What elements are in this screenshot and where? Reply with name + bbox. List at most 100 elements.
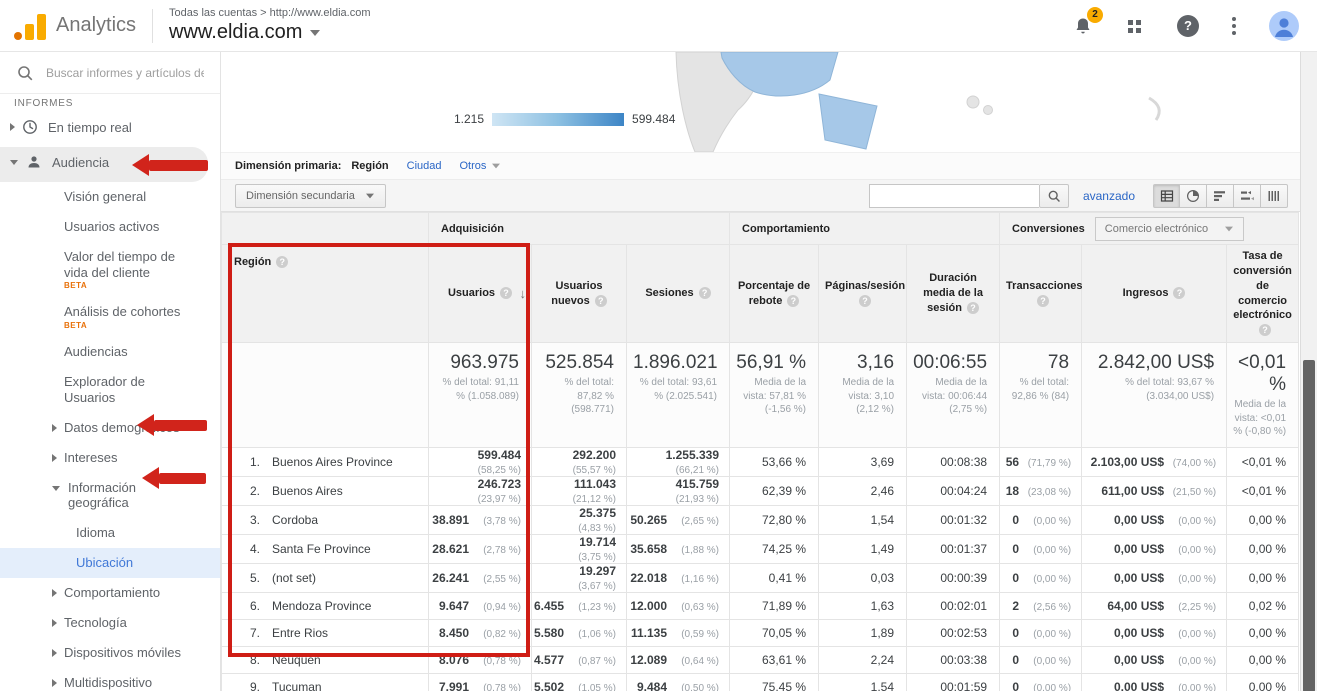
help-bubble-icon[interactable]: ? — [1259, 324, 1271, 336]
sidebar-item[interactable]: Comportamiento — [0, 578, 220, 608]
scrollbar-thumb[interactable] — [1303, 360, 1315, 691]
expander-icon[interactable] — [52, 454, 57, 462]
expander-icon[interactable] — [52, 649, 57, 657]
view-percentage-button[interactable] — [1180, 184, 1207, 208]
help-button[interactable]: ? — [1177, 15, 1199, 37]
sidebar-item-label: Análisis de cohortes — [64, 304, 180, 320]
region-link[interactable]: (not set) — [272, 571, 316, 585]
help-bubble-icon[interactable]: ? — [500, 287, 512, 299]
secondary-dimension-button[interactable]: Dimensión secundaria — [235, 184, 386, 208]
help-bubble-icon[interactable]: ? — [1173, 287, 1185, 299]
conversions-type-dropdown[interactable]: Comercio electrónico — [1095, 217, 1244, 241]
advanced-link[interactable]: avanzado — [1083, 189, 1135, 203]
pages-cell: 2,46 — [819, 476, 907, 505]
help-bubble-icon[interactable]: ? — [595, 295, 607, 307]
column-header-new-users[interactable]: Usuarios nuevos? — [532, 245, 627, 343]
dimension-others-link[interactable]: Otros — [460, 160, 502, 172]
help-bubble-icon[interactable]: ? — [276, 256, 288, 268]
sidebar-item[interactable]: Valor del tiempo de vida del cliente BET… — [0, 242, 220, 298]
notifications-button[interactable]: 2 — [1073, 16, 1093, 36]
sidebar-item[interactable]: Audiencias — [0, 337, 220, 367]
region-link[interactable]: Neuquen — [272, 653, 321, 667]
region-link[interactable]: Tucuman — [272, 680, 322, 691]
search-icon — [16, 64, 34, 82]
sidebar-item[interactable]: Información geográfica — [0, 473, 220, 519]
dimension-region-selected[interactable]: Región — [351, 160, 388, 172]
column-header-sessions[interactable]: Sesiones? — [627, 245, 730, 343]
sidebar-item[interactable]: Idioma — [0, 518, 220, 548]
transactions-cell: 0(0,00 %) — [1000, 646, 1082, 673]
sidebar-item[interactable]: Dispositivos móviles — [0, 638, 220, 668]
column-header-duration[interactable]: Duración media de la sesión? — [907, 245, 1000, 343]
duration-cell: 00:02:53 — [907, 619, 1000, 646]
help-bubble-icon[interactable]: ? — [787, 295, 799, 307]
help-bubble-icon[interactable]: ? — [859, 295, 871, 307]
view-pivot-button[interactable] — [1261, 184, 1288, 208]
sidebar-item[interactable]: Usuarios activos — [0, 212, 220, 242]
sidebar-item[interactable]: Ubicación — [0, 548, 220, 578]
expander-icon[interactable] — [10, 160, 18, 165]
dimension-city-link[interactable]: Ciudad — [407, 160, 442, 172]
vertical-scrollbar[interactable] — [1300, 52, 1317, 691]
apps-grid-button[interactable] — [1126, 17, 1144, 35]
column-header-conv-rate[interactable]: Tasa de conversión de comercio electróni… — [1227, 245, 1299, 343]
region-cell: 3.Cordoba — [222, 505, 429, 534]
column-header-revenue[interactable]: Ingresos? — [1082, 245, 1227, 343]
account-avatar[interactable] — [1269, 11, 1299, 41]
analytics-logo-icon[interactable] — [14, 12, 46, 40]
sidebar-item[interactable]: Datos demográficos — [0, 413, 220, 443]
help-bubble-icon[interactable]: ? — [1037, 295, 1049, 307]
column-header-transactions[interactable]: Transacciones? — [1000, 245, 1082, 343]
help-bubble-icon[interactable]: ? — [967, 302, 979, 314]
sidebar-item[interactable]: Tecnología — [0, 608, 220, 638]
sidebar-item[interactable]: Multidispositivo BETA — [0, 668, 220, 691]
map-islands — [967, 96, 979, 108]
sidebar-item[interactable]: Intereses — [0, 443, 220, 473]
expander-icon[interactable] — [52, 486, 60, 491]
region-cell: 4.Santa Fe Province — [222, 534, 429, 563]
duration-cell: 00:01:32 — [907, 505, 1000, 534]
view-performance-button[interactable] — [1207, 184, 1234, 208]
beta-badge: BETA — [64, 281, 192, 290]
column-header-region[interactable]: Región? — [222, 245, 429, 343]
table-row: 7.Entre Rios 8.450(0,82 %) 5.580(1,06 %)… — [222, 619, 1299, 646]
map-region-highlight[interactable] — [819, 94, 877, 149]
region-link[interactable]: Mendoza Province — [272, 599, 371, 613]
duration-cell: 00:01:59 — [907, 673, 1000, 691]
help-bubble-icon[interactable]: ? — [699, 287, 711, 299]
region-link[interactable]: Buenos Aires — [272, 484, 343, 498]
region-link[interactable]: Buenos Aires Province — [272, 455, 393, 469]
sidebar-search[interactable] — [0, 52, 220, 94]
transactions-cell: 0(0,00 %) — [1000, 673, 1082, 691]
expander-icon[interactable] — [52, 679, 57, 687]
column-header-bounce[interactable]: Porcentaje de rebote? — [730, 245, 819, 343]
revenue-cell: 0,00 US$(0,00 %) — [1082, 563, 1227, 592]
sidebar-item[interactable]: Visión general — [0, 182, 220, 212]
view-table-button[interactable] — [1153, 184, 1180, 208]
region-link[interactable]: Cordoba — [272, 513, 318, 527]
bounce-cell: 62,39 % — [730, 476, 819, 505]
column-header-pages[interactable]: Páginas/sesión? — [819, 245, 907, 343]
property-selector[interactable]: www.eldia.com — [169, 21, 370, 44]
expander-icon[interactable] — [52, 424, 57, 432]
column-header-users[interactable]: Usuarios?↓ — [429, 245, 532, 343]
table-search-button[interactable] — [1039, 184, 1069, 208]
expander-icon[interactable] — [52, 589, 57, 597]
search-input[interactable] — [46, 66, 204, 80]
primary-dimension-label: Dimensión primaria: — [235, 160, 341, 172]
new-users-cell: 5.502(1,05 %) — [532, 673, 627, 691]
sidebar-item[interactable]: Análisis de cohortes BETA — [0, 297, 220, 337]
expander-icon[interactable] — [10, 123, 15, 131]
expander-icon[interactable] — [52, 619, 57, 627]
region-link[interactable]: Entre Rios — [272, 626, 328, 640]
more-options-button[interactable] — [1232, 17, 1236, 35]
sidebar-item[interactable]: Explorador de Usuarios — [0, 367, 220, 413]
table-search-input[interactable] — [869, 184, 1039, 208]
region-link[interactable]: Santa Fe Province — [272, 542, 371, 556]
breadcrumb[interactable]: Todas las cuentas > http://www.eldia.com — [169, 7, 370, 19]
sidebar-item[interactable]: En tiempo real — [0, 112, 220, 147]
sort-descending-icon: ↓ — [520, 285, 527, 303]
bounce-cell: 71,89 % — [730, 592, 819, 619]
sidebar-item[interactable]: Audiencia — [0, 147, 208, 182]
view-comparison-button[interactable] — [1234, 184, 1261, 208]
